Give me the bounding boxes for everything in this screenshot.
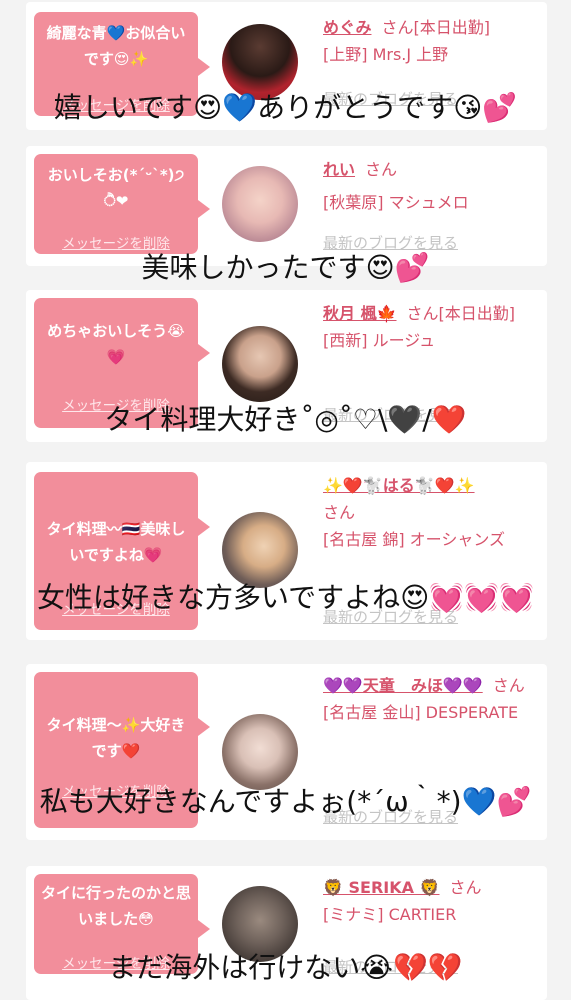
avatar[interactable] bbox=[222, 714, 298, 790]
message-text: タイ料理〜✨大好きです❤️ bbox=[46, 716, 186, 760]
message-text: めちゃおいしそう😭💗 bbox=[47, 322, 185, 366]
message-text: タイに行ったのかと思いました😳 bbox=[40, 884, 191, 928]
cast-name-link[interactable]: 💜💜天童 みほ💜💜 bbox=[323, 676, 483, 695]
avatar[interactable] bbox=[222, 326, 298, 402]
message-text: おいしそお(*ˊᵕˋ*)੭ ੈ❤ bbox=[47, 166, 185, 210]
reply-caption: 嬉しいです😍💙ありがとうです😘💕 bbox=[53, 91, 518, 124]
reply-caption: 女性は好きな方多いですよね😍💓💓💓 bbox=[37, 581, 534, 614]
reply-caption: タイ料理大好き˚◎˚♡\🖤/❤️ bbox=[104, 403, 467, 436]
cast-name-link[interactable]: めぐみ bbox=[323, 18, 371, 37]
san-label: さん bbox=[449, 878, 482, 897]
cast-name-link[interactable]: 秋月 楓🍁 bbox=[323, 304, 397, 323]
cast-name-link[interactable]: ✨❤️🐩はる🐩❤️✨ bbox=[323, 476, 475, 495]
cast-name-link[interactable]: 🦁 SERIKA 🦁 bbox=[323, 878, 440, 897]
message-text: 綺麗な青💙お似合いです😍✨ bbox=[46, 24, 186, 68]
shop-location: [名古屋 金山] DESPERATE bbox=[323, 703, 519, 722]
shop-location: [西新] ルージュ bbox=[323, 331, 436, 350]
reply-caption: まだ海外は行けない😭💔💔 bbox=[108, 951, 463, 984]
san-label: さん bbox=[323, 503, 356, 522]
shop-location: [ミナミ] CARTIER bbox=[323, 905, 457, 924]
message-bubble: おいしそお(*ˊᵕˋ*)੭ ੈ❤ メッセージを削除 bbox=[34, 154, 210, 254]
shop-location: [名古屋 錦] オーシャンズ bbox=[323, 530, 506, 549]
san-label: さん[本日出勤] bbox=[406, 304, 516, 323]
cast-name-link[interactable]: れい bbox=[323, 160, 355, 179]
avatar[interactable] bbox=[222, 166, 298, 242]
shop-location: [秋葉原] マシュメロ bbox=[323, 193, 469, 212]
reply-caption: 私も大好きなんですよぉ(*´ω｀*)💙💕 bbox=[39, 785, 532, 818]
san-label: さん bbox=[365, 160, 398, 179]
message-text: タイ料理〰🇹🇭美味しいですよね💗 bbox=[46, 520, 186, 564]
san-label: さん bbox=[492, 676, 525, 695]
reply-caption: 美味しかったです😍💕 bbox=[141, 251, 430, 284]
shop-location: [上野] Mrs.J 上野 bbox=[323, 45, 449, 64]
san-label: さん[本日出勤] bbox=[381, 18, 490, 37]
